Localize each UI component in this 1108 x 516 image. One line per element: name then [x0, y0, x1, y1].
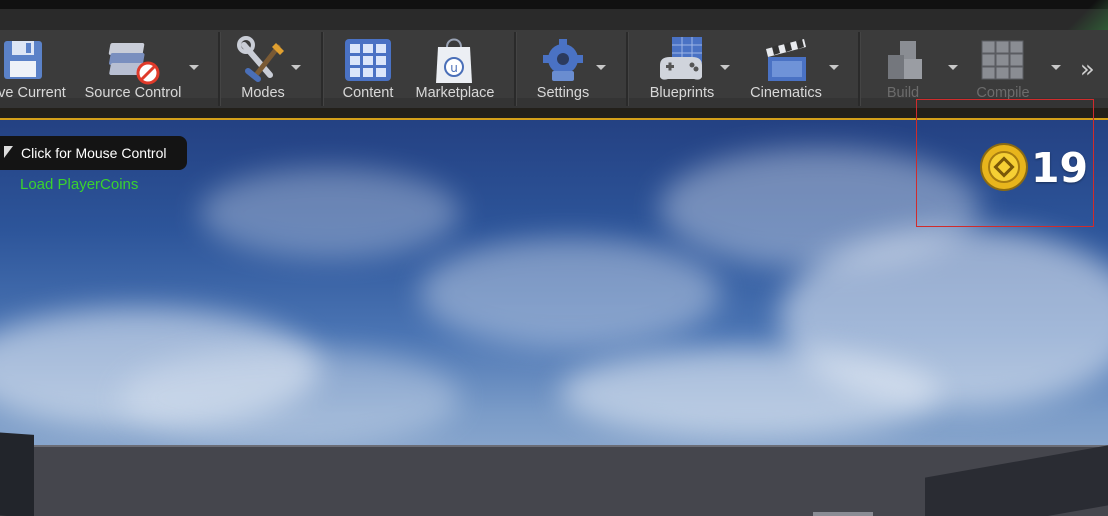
source-control-label: Source Control — [84, 85, 182, 101]
marketplace-label: Marketplace — [415, 85, 495, 101]
compile-dropdown-icon[interactable] — [1051, 65, 1061, 70]
settings-label: Settings — [536, 85, 590, 101]
cinematics-button[interactable]: Cinematics — [744, 30, 828, 108]
build-button[interactable]: Build — [872, 30, 934, 108]
source-control-icon — [108, 43, 160, 85]
tab-bar — [0, 0, 1108, 9]
mouse-control-hint[interactable]: Click for Mouse Control — [0, 136, 187, 170]
source-control-dropdown-icon[interactable] — [189, 65, 199, 70]
content-button[interactable]: Content — [331, 30, 405, 108]
blueprints-label: Blueprints — [649, 85, 715, 101]
debug-message: Load PlayerCoins — [20, 176, 139, 193]
modes-label: Modes — [241, 85, 285, 101]
double-chevron-right-icon[interactable]: » — [1080, 55, 1095, 83]
cloud — [120, 348, 460, 448]
blueprints-dropdown-icon[interactable] — [720, 65, 730, 70]
selection-outline — [916, 99, 1094, 227]
modes-dropdown-icon[interactable] — [291, 65, 301, 70]
compile-cubes-icon — [981, 40, 1024, 80]
toolbar-separator — [858, 32, 861, 106]
content-grid-icon — [345, 39, 391, 81]
svg-text:u: u — [450, 61, 458, 75]
cloud — [420, 238, 720, 348]
gear-icon — [543, 39, 583, 81]
gamepad-icon — [660, 37, 702, 80]
save-current-label: ve Current — [0, 85, 66, 101]
title-strip — [0, 0, 1108, 30]
compile-button[interactable]: Compile — [968, 30, 1038, 108]
floor-edge — [0, 445, 1108, 447]
cloud — [560, 348, 940, 438]
cloud — [200, 168, 460, 258]
toolbar-separator — [514, 32, 517, 106]
cinematics-label: Cinematics — [750, 85, 822, 101]
settings-dropdown-icon[interactable] — [596, 65, 606, 70]
toolbar-separator — [218, 32, 221, 106]
cinematics-dropdown-icon[interactable] — [829, 65, 839, 70]
blueprints-button[interactable]: Blueprints — [640, 30, 724, 108]
content-label: Content — [342, 85, 394, 101]
left-wall — [0, 431, 34, 516]
main-toolbar: ve Current Source Control Modes Content … — [0, 30, 1108, 108]
marketplace-button[interactable]: u Marketplace — [408, 30, 502, 108]
mouse-cursor-icon — [4, 146, 13, 158]
build-blocks-icon — [888, 41, 922, 79]
floor-object — [813, 512, 873, 516]
clapperboard-icon — [766, 39, 806, 81]
build-dropdown-icon[interactable] — [948, 65, 958, 70]
toolbar-separator — [321, 32, 324, 106]
floppy-disk-icon — [4, 41, 42, 79]
source-control-button[interactable]: Source Control — [78, 30, 188, 108]
mouse-control-hint-text: Click for Mouse Control — [21, 145, 167, 161]
modes-button[interactable]: Modes — [228, 30, 298, 108]
tools-icon — [237, 36, 284, 82]
marketplace-bag-icon: u — [436, 38, 472, 83]
corner-accent — [1068, 0, 1108, 30]
save-current-button[interactable]: ve Current — [0, 30, 74, 108]
toolbar-separator — [626, 32, 629, 106]
settings-button[interactable]: Settings — [526, 30, 600, 108]
